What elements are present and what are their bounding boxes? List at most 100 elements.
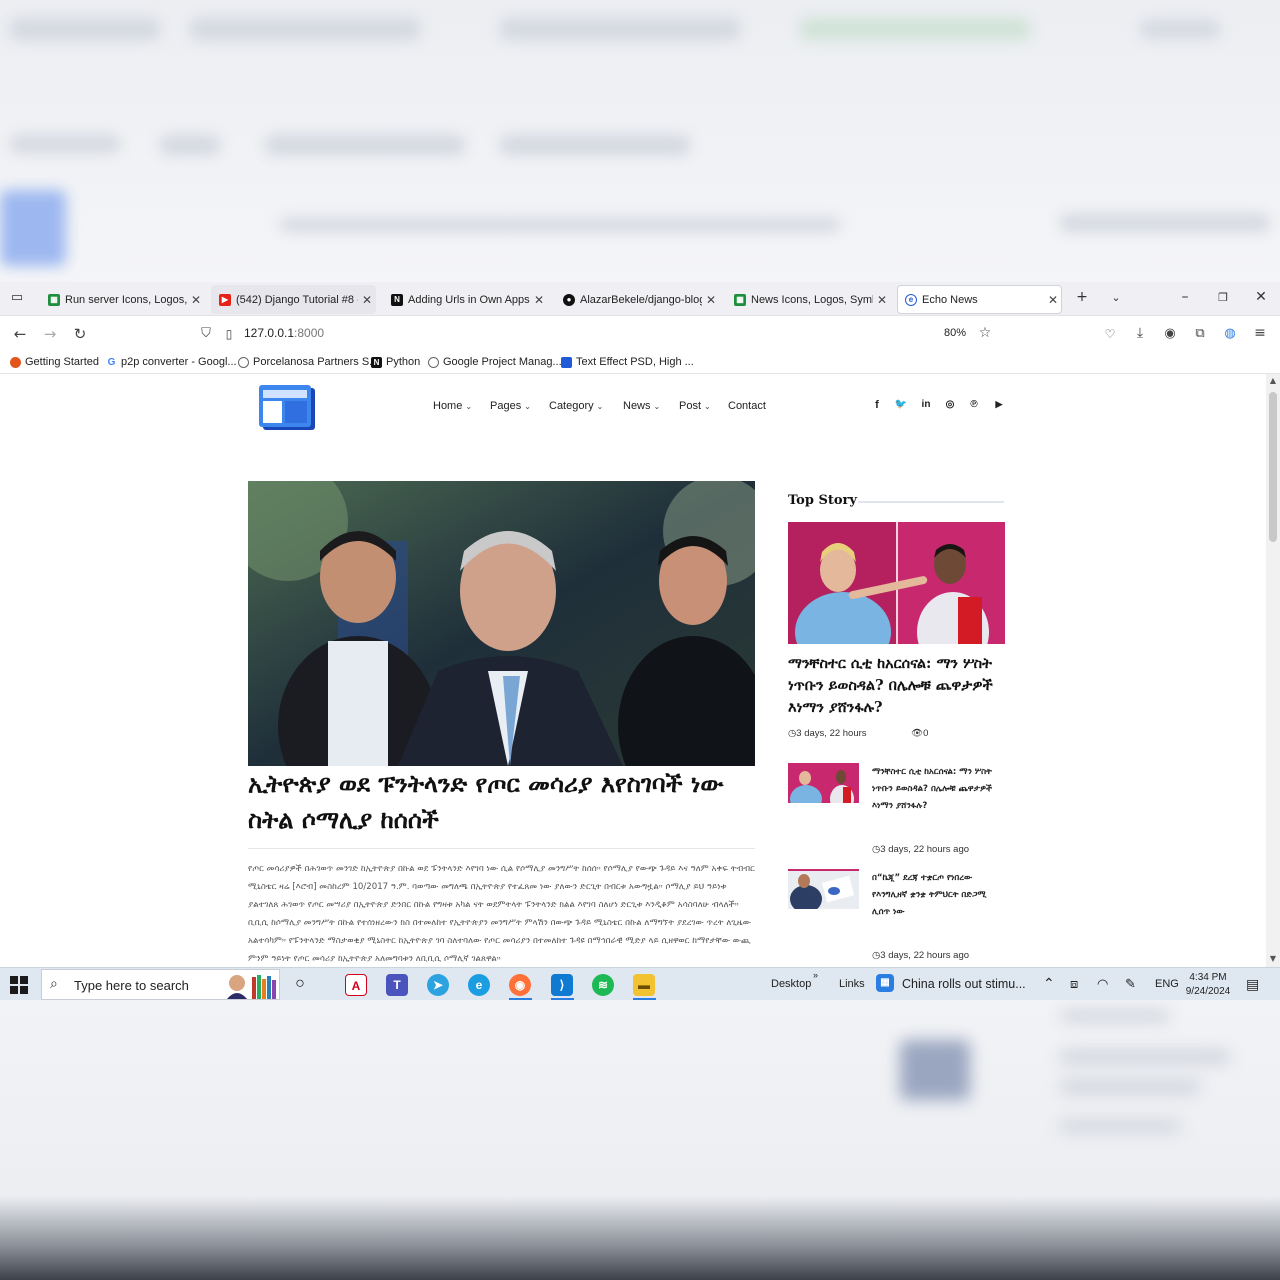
url-port: :8000 [294,326,325,340]
toolbar-expand-icon[interactable]: » [813,970,818,980]
tab-github-django-blog[interactable]: ● AlazarBekele/django-blog ✕ [555,285,720,314]
reload-icon[interactable]: ↻ [70,325,90,343]
url-host: 127.0.0.1 [244,326,295,340]
close-icon[interactable]: ✕ [873,293,891,307]
close-icon[interactable]: ✕ [187,293,205,307]
tab-label: (542) Django Tutorial #8 - [236,293,358,306]
forward-arrow-icon[interactable]: → [40,325,60,343]
side-item-thumbnail[interactable] [788,763,859,803]
site-logo[interactable] [259,385,317,431]
top-story-headline[interactable]: ማንቸስተር ሲቲ ከአርሰናል: ማን ሦስት ነጥቡን ይወስዳል? በሌሎ… [788,653,1008,719]
facebook-icon[interactable]: f [869,399,885,411]
notification-icon[interactable]: ▤ [1246,976,1259,993]
tab-label: Adding Urls in Own Apps [408,293,530,306]
close-icon[interactable]: ✕ [358,293,376,307]
side-item-thumbnail[interactable] [788,869,859,909]
links-toolbar[interactable]: Links [839,978,865,990]
tab-label: Run server Icons, Logos, Sym [65,293,187,306]
device-icon[interactable]: ⧈ [1070,976,1078,992]
account-icon[interactable]: ◉ [1160,326,1180,341]
top-story-image[interactable] [788,522,1005,644]
instagram-icon[interactable]: ◎ [942,399,958,410]
windows-start-icon[interactable] [10,976,28,994]
bookmark-text-effect[interactable]: Text Effect PSD, High ... [561,356,694,368]
chevron-down-icon[interactable]: ⌄ [1106,291,1126,304]
spotify-icon[interactable]: ≋ [592,974,614,996]
bookmark-python[interactable]: N Python [371,356,420,368]
side-item-headline[interactable]: ማንቸስተር ሲቲ ከአርሰናል: ማን ሦስት ነጥቡን ይወስዳል? በሌሎ… [872,764,1007,815]
pen-icon[interactable]: ✎ [1125,976,1136,992]
close-icon[interactable]: ✕ [530,293,548,307]
taskbar-search-box[interactable]: ⌕ Type here to search [41,969,280,1000]
tab-echo-news[interactable]: e Echo News ✕ [897,285,1062,314]
main-article-image[interactable] [248,481,755,766]
address-bar[interactable]: 127.0.0.1:8000 [244,326,324,340]
taskbar-clock[interactable]: 4:34 PM 9/24/2024 [1180,971,1236,999]
windows-taskbar: ⌕ Type here to search ○ A T ➤ e ◉ ⟩ ≋ ▬ … [0,967,1280,1000]
teams-icon[interactable]: T [386,974,408,996]
menu-contact[interactable]: Contact [728,400,766,412]
bookmarks-bar: Getting Started Gp2p converter - Googl..… [0,352,1280,374]
telegram-icon[interactable]: ➤ [427,974,449,996]
task-view-icon[interactable]: ○ [289,974,311,996]
new-tab-icon[interactable]: + [1072,289,1092,305]
bookmark-porcelanosa[interactable]: Porcelanosa Partners S... [238,356,378,368]
google-icon: G [106,356,117,368]
chevron-up-icon[interactable]: ⌃ [1043,975,1055,992]
restore-icon[interactable]: ❐ [1213,291,1233,304]
back-arrow-icon[interactable]: ← [10,325,30,343]
tab-run-server-icons[interactable]: ▦ Run server Icons, Logos, Sym ✕ [40,285,205,314]
menu-label: Category [549,400,594,412]
scroll-up-icon[interactable]: ▲ [1266,376,1280,385]
hamburger-menu-icon[interactable]: ≡ [1250,325,1270,341]
tab-list-button[interactable]: ▭ [6,290,28,308]
close-icon[interactable]: ✕ [702,293,720,307]
menu-category[interactable]: Category ⌄ [549,400,603,412]
edge-icon[interactable]: e [468,974,490,996]
scroll-down-icon[interactable]: ▼ [1266,954,1280,963]
tab-label: News Icons, Logos, Symbols [751,293,873,306]
desktop-toolbar[interactable]: Desktop [771,978,811,990]
bookmark-getting-started[interactable]: Getting Started [10,356,99,368]
news-widget-icon[interactable]: ▦ [876,974,894,992]
pinterest-icon[interactable]: ℗ [966,399,982,410]
extension-badge-icon[interactable]: ◍ [1220,326,1240,341]
side-item-headline[interactable]: በ“ኬጂ” ደረጃ ተቋርጦ የነበረው የእንግሊዘኛ ቋንቋ ትምህርት በ… [872,870,1007,921]
shield-icon[interactable]: ⛉ [196,326,216,341]
menu-post[interactable]: Post ⌄ [679,400,711,412]
main-article-headline[interactable]: ኢትዮጵያ ወደ ፑንትላንድ የጦር መሳሪያ እየስገባች ነው ስትል ሶ… [248,766,755,838]
close-icon[interactable]: ✕ [1044,293,1062,307]
wifi-icon[interactable]: ◠ [1097,976,1108,992]
bookmark-p2p-converter[interactable]: Gp2p converter - Googl... [106,356,237,368]
scrollbar-thumb[interactable] [1269,392,1277,542]
menu-home[interactable]: Home ⌄ [433,400,472,412]
zoom-level[interactable]: 80% [944,327,966,339]
language-indicator[interactable]: ENG [1155,978,1179,990]
linkedin-icon[interactable]: in [918,399,934,410]
vertical-scrollbar[interactable]: ▲ ▼ [1266,374,1280,967]
window-close-icon[interactable]: ✕ [1251,289,1271,305]
bookmark-star-icon[interactable]: ☆ [975,325,995,341]
bookmark-label: Python [386,356,421,368]
blurred-backdrop-top [0,0,1280,282]
tab-adding-urls[interactable]: N Adding Urls in Own Apps ✕ [383,285,548,314]
heading-underline [858,501,1004,503]
pocket-icon[interactable]: ♡ [1100,327,1120,341]
youtube-icon[interactable]: ▶ [991,399,1007,410]
tab-label: AlazarBekele/django-blog [580,293,702,306]
menu-pages[interactable]: Pages ⌄ [490,400,531,412]
twitter-icon[interactable]: 🐦 [893,399,909,410]
top-story-heading: Top Story [788,493,857,508]
download-icon[interactable]: ⤓ [1130,325,1150,341]
bookmark-google-project[interactable]: Google Project Manag... [428,356,562,368]
extensions-icon[interactable]: ⧉ [1190,326,1210,341]
minimize-icon[interactable]: – [1175,289,1195,305]
menu-news[interactable]: News ⌄ [623,400,660,412]
tab-django-tutorial[interactable]: ▶ (542) Django Tutorial #8 - ✕ [211,285,376,314]
tab-news-icons[interactable]: ▦ News Icons, Logos, Symbols ✕ [726,285,891,314]
file-explorer-icon[interactable]: ▬ [633,974,655,996]
acrobat-icon[interactable]: A [345,974,367,996]
firefox-icon[interactable]: ◉ [509,974,531,996]
vscode-icon[interactable]: ⟩ [551,974,573,996]
news-widget[interactable]: China rolls out stimu... [902,977,1026,991]
